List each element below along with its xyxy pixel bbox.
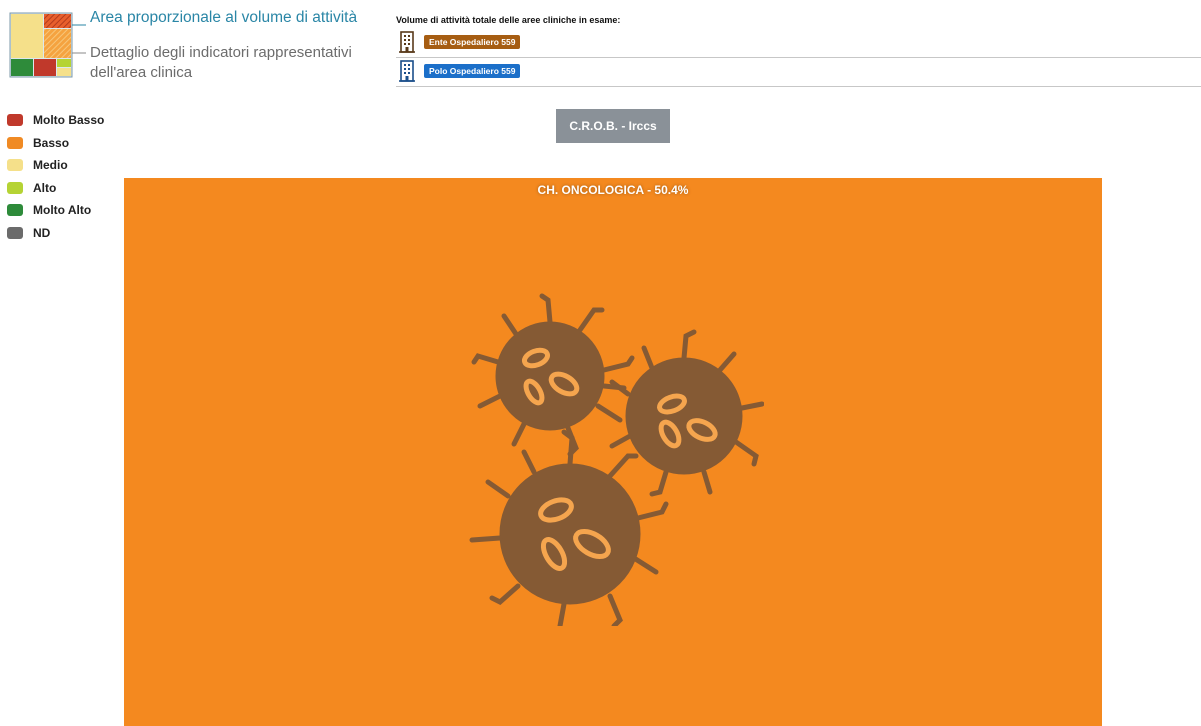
- legend-swatch: [7, 181, 23, 194]
- legend-swatch: [7, 159, 23, 171]
- area-proportional-text: Area proporzionale al volume di attività: [90, 9, 358, 26]
- indicator-detail-text: Dettaglio degli indicatori rappresentati…: [90, 44, 352, 81]
- legend-label: ND: [33, 225, 51, 240]
- total-activity-panel: Volume di attività totale delle aree cli…: [396, 0, 1201, 90]
- total-activity-title: Volume di attività totale delle aree cli…: [396, 15, 621, 25]
- legend-swatch: [7, 136, 23, 149]
- ente-ospedaliero-badge: Ente Ospedaliero 559: [424, 35, 521, 49]
- legend-label: Medio: [33, 158, 68, 172]
- building-icon: [399, 60, 415, 82]
- total-row-polo: Polo Ospedaliero 559: [396, 58, 1201, 87]
- treemap-cell-ch-oncologica[interactable]: CH. ONCOLOGICA - 50.4%: [124, 178, 1102, 726]
- cell-title: CH. ONCOLOGICA - 50.4%: [537, 183, 689, 197]
- legend-label: Molto Alto: [33, 203, 92, 217]
- legend-label: Molto Basso: [33, 113, 105, 127]
- legend-swatch: [7, 204, 23, 216]
- legend-swatch: [7, 226, 23, 239]
- building-icon: [399, 31, 415, 53]
- structure-tab-crob[interactable]: C.R.O.B. - Irccs: [556, 109, 670, 143]
- legend-swatch: [7, 114, 23, 126]
- total-row-ente: Ente Ospedaliero 559: [396, 29, 1201, 58]
- polo-ospedaliero-badge: Polo Ospedaliero 559: [424, 64, 521, 78]
- treemap-sample-icon: [9, 12, 86, 78]
- legend-label: Alto: [33, 180, 57, 195]
- cancer-cells-icon: [469, 293, 764, 626]
- treemap-explanation: Area proporzionale al volume di attività…: [0, 0, 385, 88]
- legend-label: Basso: [33, 135, 70, 150]
